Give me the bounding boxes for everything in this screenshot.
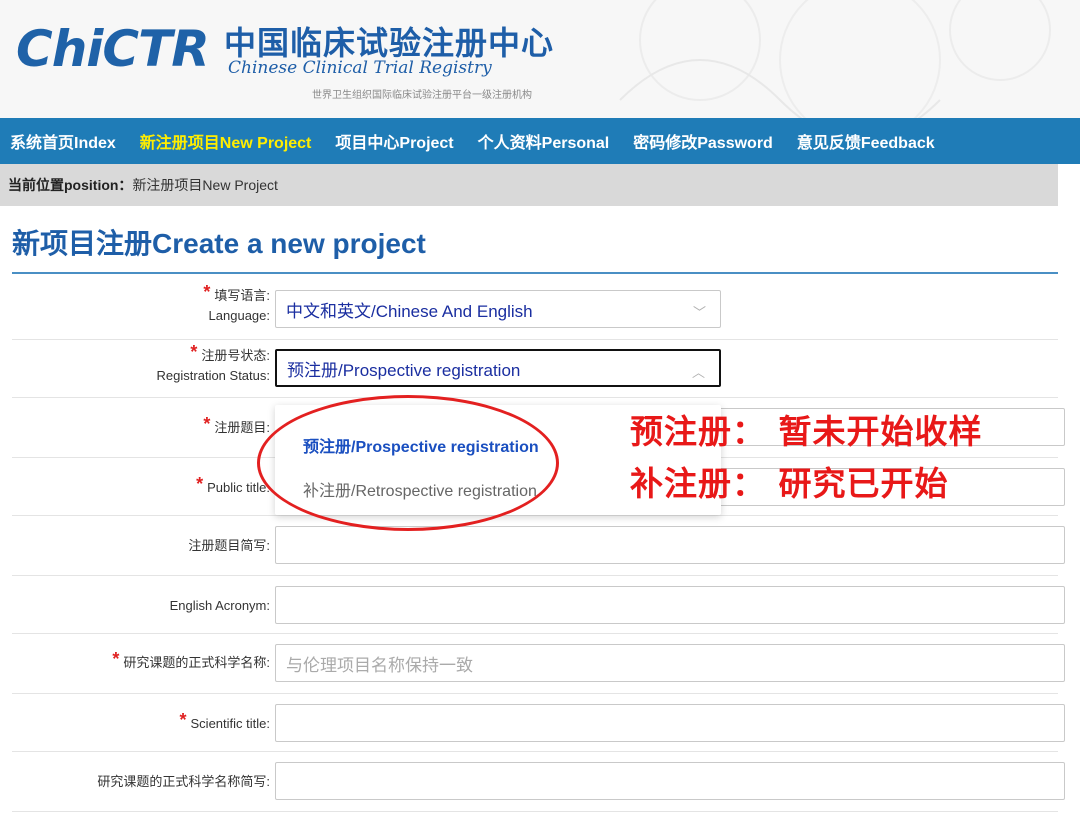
sci-short-cn-input[interactable] — [275, 762, 1065, 800]
sci-title-input[interactable] — [275, 704, 1065, 742]
required-marker: * — [112, 649, 120, 669]
language-select-value: 中文和英文/Chinese And English — [286, 301, 533, 321]
status-select-value: 预注册/Prospective registration — [287, 360, 521, 380]
site-header: ChiCTR 中国临床试验注册中心 Chinese Clinical Trial… — [0, 0, 1080, 118]
sci-name-cn-input[interactable]: 与伦理项目名称保持一致 — [275, 644, 1065, 682]
short-cn-input[interactable] — [275, 526, 1065, 564]
public-title-label: * Public title: — [196, 474, 270, 495]
sci-name-cn-label: * 研究课题的正式科学名称: — [112, 649, 270, 670]
acronym-input[interactable] — [275, 586, 1065, 624]
site-note: 世界卫生组织国际临床试验注册平台一级注册机构 — [312, 90, 532, 101]
form-row-sci-short-cn: 研究课题的正式科学名称简写: — [12, 752, 1065, 812]
sci-title-label: * Scientific title: — [179, 710, 271, 731]
short-cn-label: 注册题目简写: — [188, 538, 270, 553]
nav-item-new-project[interactable]: 新注册项目New Project — [128, 129, 324, 153]
nav-item-index[interactable]: 系统首页Index — [0, 129, 128, 153]
form-row-short-cn: 注册题目简写: — [12, 516, 1065, 576]
form-row-acronym: English Acronym: — [12, 576, 1065, 634]
status-label: * 注册号状态: Registration Status: — [156, 342, 270, 383]
required-marker: * — [203, 282, 211, 302]
annotation-line-1: 预注册： 暂未开始收样 — [630, 412, 983, 451]
language-label: * 填写语言: Language: — [203, 282, 270, 323]
required-marker: * — [179, 710, 187, 730]
sci-name-cn-placeholder: 与伦理项目名称保持一致 — [286, 655, 473, 675]
language-select[interactable]: 中文和英文/Chinese And English ﹀ — [275, 290, 721, 328]
nav-item-personal[interactable]: 个人资料Personal — [466, 129, 622, 153]
nav-item-project[interactable]: 项目中心Project — [323, 129, 465, 153]
form-row-language: * 填写语言: Language: 中文和英文/Chinese And Engli… — [12, 280, 1058, 340]
form-row-sci-title: * Scientific title: — [12, 694, 1065, 752]
status-select[interactable]: 预注册/Prospective registration ︿ — [275, 349, 721, 387]
acronym-label: English Acronym: — [169, 598, 270, 613]
required-marker: * — [196, 474, 204, 494]
breadcrumb: 当前位置position： 新注册项目New Project — [0, 164, 1058, 206]
breadcrumb-prefix: 当前位置position： — [8, 177, 133, 193]
chevron-up-icon: ︿ — [691, 365, 705, 380]
required-marker: * — [190, 342, 198, 362]
nav-item-password[interactable]: 密码修改Password — [621, 129, 785, 153]
main-nav: 系统首页Index 新注册项目New Project 项目中心Project 个… — [0, 118, 1080, 164]
form-row-sci-name-cn: * 研究课题的正式科学名称: 与伦理项目名称保持一致 — [12, 634, 1065, 694]
logo[interactable]: ChiCTR — [16, 20, 210, 78]
dropdown-option-retrospective[interactable]: 补注册/Retrospective registration — [303, 477, 537, 501]
required-marker: * — [203, 414, 211, 434]
dropdown-option-prospective[interactable]: 预注册/Prospective registration — [303, 433, 539, 457]
page-title: 新项目注册Create a new project — [12, 228, 426, 259]
form-row-status: * 注册号状态: Registration Status: 预注册/Prospec… — [12, 340, 1058, 398]
breadcrumb-current: 新注册项目New Project — [132, 177, 278, 193]
title-divider — [12, 272, 1058, 274]
title-cn-label: * 注册题目: — [203, 414, 270, 435]
annotation-line-2: 补注册： 研究已开始 — [630, 464, 949, 503]
nav-item-feedback[interactable]: 意见反馈Feedback — [785, 129, 947, 153]
sci-short-cn-label: 研究课题的正式科学名称简写: — [97, 774, 270, 789]
chevron-down-icon: ﹀ — [692, 305, 706, 320]
site-title-en: Chinese Clinical Trial Registry — [228, 58, 492, 78]
